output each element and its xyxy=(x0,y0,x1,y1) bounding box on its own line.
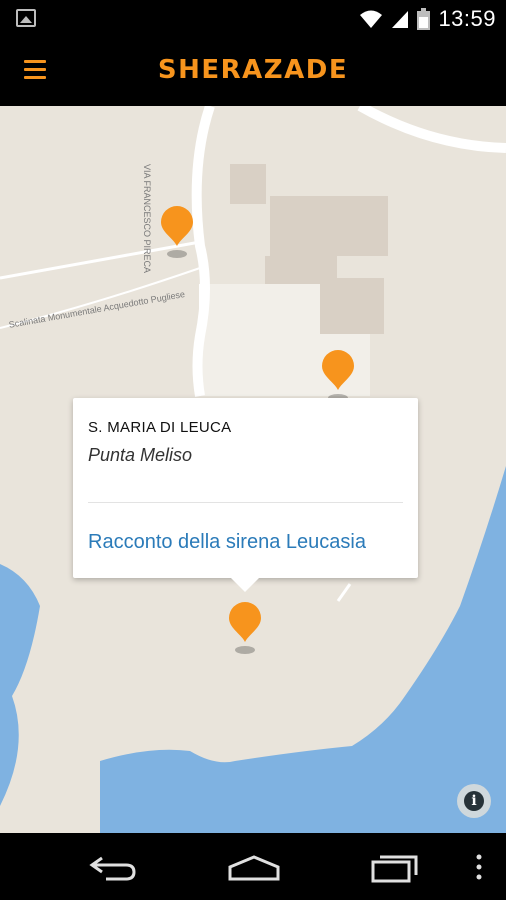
recent-apps-icon[interactable] xyxy=(370,853,420,883)
status-bar: 13:59 xyxy=(0,0,506,38)
street-label: VIA FRANCESCO PIRECA xyxy=(142,164,152,274)
home-icon[interactable] xyxy=(226,853,282,881)
info-window-subtitle: Punta Meliso xyxy=(88,445,193,465)
info-button[interactable]: i xyxy=(457,784,491,818)
signal-icon xyxy=(392,11,409,28)
info-window: S. MARIA DI LEUCA Punta Meliso Racconto … xyxy=(73,398,418,592)
overflow-menu-icon[interactable] xyxy=(474,853,484,881)
navigation-bar xyxy=(0,833,506,900)
map-marker[interactable] xyxy=(159,206,195,258)
image-notification-icon xyxy=(16,9,36,27)
info-icon: i xyxy=(464,791,484,811)
map-view[interactable]: VIA FRANCESCO PIRECA Scalinata Monumenta… xyxy=(0,106,506,833)
story-link[interactable]: Racconto della sirena Leucasia xyxy=(88,531,366,554)
wifi-icon xyxy=(360,10,383,28)
map-marker-selected[interactable] xyxy=(227,602,263,654)
map-marker[interactable] xyxy=(320,350,356,402)
status-icons: 13:59 xyxy=(359,6,496,32)
divider xyxy=(88,502,403,503)
clock: 13:59 xyxy=(438,6,496,31)
back-icon[interactable] xyxy=(88,855,138,881)
info-window-title: S. MARIA DI LEUCA xyxy=(88,419,232,436)
app-bar: SHERAZADE xyxy=(0,38,506,106)
app-title: SHERAZADE xyxy=(157,55,349,85)
battery-icon xyxy=(417,8,431,30)
